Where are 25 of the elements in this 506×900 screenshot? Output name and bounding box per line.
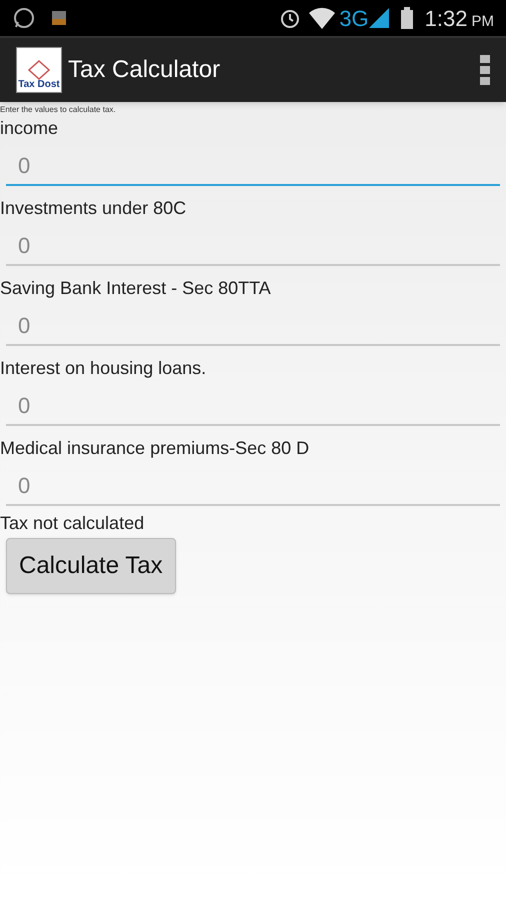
input-field[interactable]: 0 (6, 380, 500, 426)
diamond-icon (28, 60, 50, 80)
wifi-icon (309, 7, 336, 29)
field-label: income (0, 117, 60, 140)
network-type: 3G (339, 4, 369, 32)
input-field[interactable]: 0 (6, 220, 500, 266)
input-field[interactable]: 0 (6, 140, 500, 186)
battery-icon (400, 7, 413, 29)
field-label: Medical insurance premiums-Sec 80 D (0, 437, 310, 460)
field-label: Saving Bank Interest - Sec 80TTA (0, 277, 272, 300)
input-field[interactable]: 0 (6, 460, 500, 506)
overflow-menu-icon[interactable] (480, 55, 490, 85)
field-label: Interest on housing loans. (0, 357, 208, 380)
chat-icon (12, 6, 36, 30)
app-notification-icon (52, 11, 66, 25)
field-label: Investments under 80C (0, 197, 188, 220)
calculate-tax-button[interactable]: Calculate Tax (6, 538, 176, 594)
input-field[interactable]: 0 (6, 300, 500, 346)
logo-text: Tax Dost (18, 80, 60, 90)
alarm-icon (279, 7, 302, 29)
app-title: Tax Calculator (68, 55, 220, 85)
result-text: Tax not calculated (0, 512, 146, 534)
signal-icon (368, 8, 389, 28)
clock: 1:32 PM (424, 4, 494, 32)
instructions-text: Enter the values to calculate tax. (0, 104, 117, 116)
